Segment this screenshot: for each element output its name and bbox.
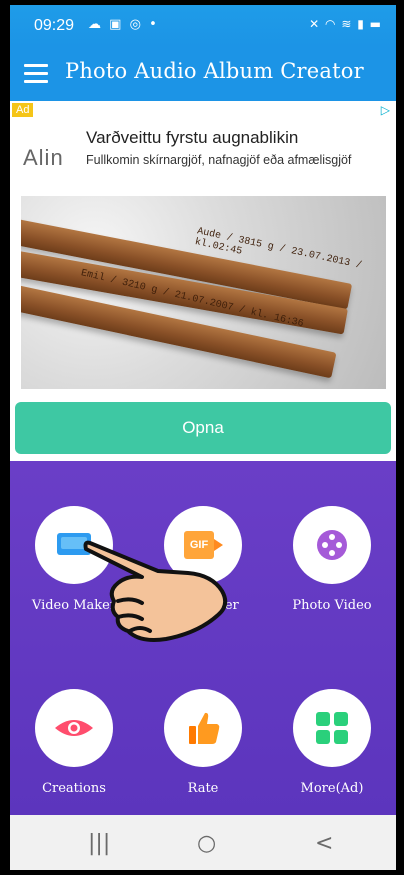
tile-label: Photo Video bbox=[292, 598, 372, 613]
system-icons: ✕ ◠ ≋ ▮ ▬ bbox=[309, 17, 382, 31]
hamburger-menu-icon[interactable] bbox=[24, 64, 48, 84]
dot-icon: • bbox=[149, 17, 159, 32]
ad-image[interactable]: Aude / 3815 g / 23.07.2013 / kl.02:45 Em… bbox=[21, 196, 386, 389]
ad-banner[interactable]: Ad ▷ Alin Varðveittu fyrstu augnablikin … bbox=[10, 101, 396, 461]
gif-camera-icon: GIF bbox=[184, 531, 223, 559]
feature-grid: Video Maker GIF GIF Maker Photo Video Cr… bbox=[10, 461, 396, 815]
tile-video-maker[interactable]: Video Maker bbox=[10, 506, 138, 613]
tile-circle[interactable] bbox=[35, 506, 113, 584]
status-bar: 09:29 ☁ ▣ ◎ • ✕ ◠ ≋ ▮ ▬ bbox=[10, 5, 396, 47]
tile-label: Rate bbox=[187, 781, 219, 796]
tile-circle[interactable] bbox=[35, 689, 113, 767]
tile-circle[interactable] bbox=[293, 506, 371, 584]
at-icon: ◎ bbox=[129, 17, 143, 32]
status-time: 09:29 bbox=[34, 17, 75, 34]
film-reel-icon bbox=[317, 530, 347, 560]
notification-icons: ☁ ▣ ◎ • bbox=[88, 17, 159, 32]
tile-creations[interactable]: Creations bbox=[10, 689, 138, 796]
tile-label: Creations bbox=[42, 781, 106, 796]
tile-label: More(Ad) bbox=[300, 781, 364, 796]
tile-circle[interactable] bbox=[293, 689, 371, 767]
apps-grid-icon bbox=[316, 712, 348, 744]
ad-headline[interactable]: Varðveittu fyrstu augnablikin bbox=[86, 128, 298, 148]
eye-icon bbox=[55, 720, 93, 736]
tile-photo-video[interactable]: Photo Video bbox=[268, 506, 396, 613]
tile-circle[interactable]: GIF bbox=[164, 506, 242, 584]
home-icon[interactable]: ○ bbox=[197, 831, 216, 856]
thumbs-up-icon bbox=[189, 712, 220, 744]
system-nav-bar: ||| ○ < bbox=[10, 815, 396, 870]
ad-badge: Ad bbox=[12, 103, 34, 117]
gallery-icon: ▣ bbox=[109, 17, 124, 32]
back-icon[interactable]: < bbox=[315, 831, 333, 856]
phone-screen: 09:29 ☁ ▣ ◎ • ✕ ◠ ≋ ▮ ▬ Photo Audio Albu… bbox=[10, 5, 396, 870]
adchoices-icon[interactable]: ▷ bbox=[381, 103, 390, 117]
volte-icon: ≋ bbox=[341, 17, 353, 31]
battery-icon: ▬ bbox=[369, 17, 382, 31]
ad-open-button[interactable]: Opna bbox=[15, 402, 391, 454]
page-title: Photo Audio Album Creator bbox=[65, 59, 364, 83]
tile-rate[interactable]: Rate bbox=[139, 689, 267, 796]
mute-icon: ✕ bbox=[309, 17, 321, 31]
tile-more-ad[interactable]: More(Ad) bbox=[268, 689, 396, 796]
cloud-icon: ☁ bbox=[88, 17, 103, 32]
wifi-icon: ◠ bbox=[325, 17, 337, 31]
tile-label: GIF Maker bbox=[167, 598, 239, 613]
ad-subline: Fullkomin skírnargjöf, nafnagjöf eða afm… bbox=[86, 153, 352, 167]
tile-gif-maker[interactable]: GIF GIF Maker bbox=[139, 506, 267, 613]
recents-icon[interactable]: ||| bbox=[88, 831, 110, 856]
tile-circle[interactable] bbox=[164, 689, 242, 767]
ad-brand-logo: Alin bbox=[23, 145, 64, 170]
video-icon bbox=[57, 533, 91, 555]
tile-label: Video Maker bbox=[31, 598, 117, 613]
signal-icon: ▮ bbox=[357, 17, 365, 31]
app-header: Photo Audio Album Creator bbox=[10, 47, 396, 101]
